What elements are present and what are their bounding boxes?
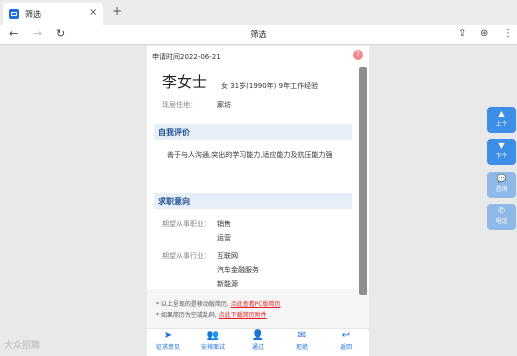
candidate-name: 李女士	[162, 73, 208, 91]
pass-button[interactable]: 👤 通过	[239, 330, 277, 351]
candidate-info: 女 31岁(1990年) 9年工作经验	[221, 82, 319, 90]
arrow-down-icon: ▼	[498, 141, 505, 150]
industry-label: 期望从事行业：	[162, 252, 211, 260]
add-user-icon: 👤	[251, 330, 265, 341]
industry-item: 汽车金融服务	[217, 266, 259, 274]
toolbar-divider	[0, 44, 517, 45]
self-eval-text: 善于与人沟通,突出的学习能力,适应能力及抗压能力强	[167, 151, 333, 159]
action-label: 返回	[339, 344, 352, 351]
note-pc-version: * 以上呈现的是移动版简历, 点此查看PC版简历	[156, 299, 281, 308]
ask-opinion-button[interactable]: ➤ 征求意见	[149, 330, 187, 351]
previous-label: 上个	[495, 121, 508, 128]
send-icon: ➤	[163, 330, 173, 341]
apply-date: 申请时间2022-06-21	[152, 53, 221, 61]
people-icon: 👥	[206, 330, 220, 341]
intention-title: 求职意向	[158, 197, 190, 206]
count-badge: 7	[353, 50, 363, 60]
watermark-logo: 大众招聘	[4, 341, 41, 351]
next-button[interactable]: ▼ 下个	[487, 139, 516, 165]
return-icon: ↩	[341, 330, 351, 341]
action-label: 拒绝	[295, 344, 308, 351]
job-item: 销售	[217, 220, 231, 228]
chat-icon: 💬	[496, 174, 507, 183]
scrollbar[interactable]	[359, 67, 367, 295]
self-eval-title: 自我评价	[158, 128, 190, 137]
view-pc-resume-link[interactable]: 点此查看PC版简历	[231, 301, 281, 308]
action-label: 通过	[251, 344, 264, 351]
browser-toolbar: ← → ↻ 筛选 ⇪ ⊛ ⋮	[0, 25, 517, 44]
action-label: 征求意见	[155, 344, 180, 351]
more-icon[interactable]: ⋮	[503, 28, 513, 39]
tab-title: 筛选	[25, 10, 41, 19]
action-label: 安排面试	[200, 344, 225, 351]
tab-strip: 筛选 × +	[0, 0, 517, 25]
browser-tab[interactable]: 筛选 ×	[3, 3, 103, 25]
note-text: * 以上呈现的是移动版简历,	[156, 301, 231, 308]
phone-button[interactable]: ✆ 电话	[487, 204, 516, 230]
note-text: * 如果简历为空或乱码,	[156, 312, 219, 319]
tab-close-icon[interactable]: ×	[89, 7, 97, 18]
previous-button[interactable]: ▲ 上个	[487, 107, 516, 133]
industry-item: 新能源	[217, 280, 238, 288]
mail-icon: ✉	[297, 330, 307, 341]
location-label: 现居住地：	[162, 101, 197, 109]
job-item: 运营	[217, 234, 231, 242]
page-heading: 筛选	[250, 30, 267, 39]
reject-button[interactable]: ✉ 拒绝	[283, 330, 321, 351]
location-value: 廊坊	[217, 101, 231, 109]
share-icon[interactable]: ⇪	[458, 28, 466, 39]
extensions-icon[interactable]: ⊛	[480, 28, 488, 39]
job-label: 期望从事职业：	[162, 220, 211, 228]
phone-label: 电话	[495, 218, 508, 225]
new-tab-icon[interactable]: +	[112, 4, 122, 18]
note-download: * 如果简历为空或乱码, 点此下载简历附件	[156, 310, 267, 319]
return-button[interactable]: ↩ 返回	[327, 330, 365, 351]
favicon-icon	[9, 9, 19, 19]
schedule-interview-button[interactable]: 👥 安排面试	[194, 330, 232, 351]
download-attachment-link[interactable]: 点此下载简历附件	[219, 312, 267, 319]
next-label: 下个	[495, 153, 508, 160]
industry-item: 互联网	[217, 252, 238, 260]
consult-label: 咨询	[495, 186, 508, 193]
arrow-up-icon: ▲	[498, 109, 505, 118]
consult-button[interactable]: 💬 咨询	[487, 172, 516, 198]
phone-icon: ✆	[498, 206, 505, 215]
